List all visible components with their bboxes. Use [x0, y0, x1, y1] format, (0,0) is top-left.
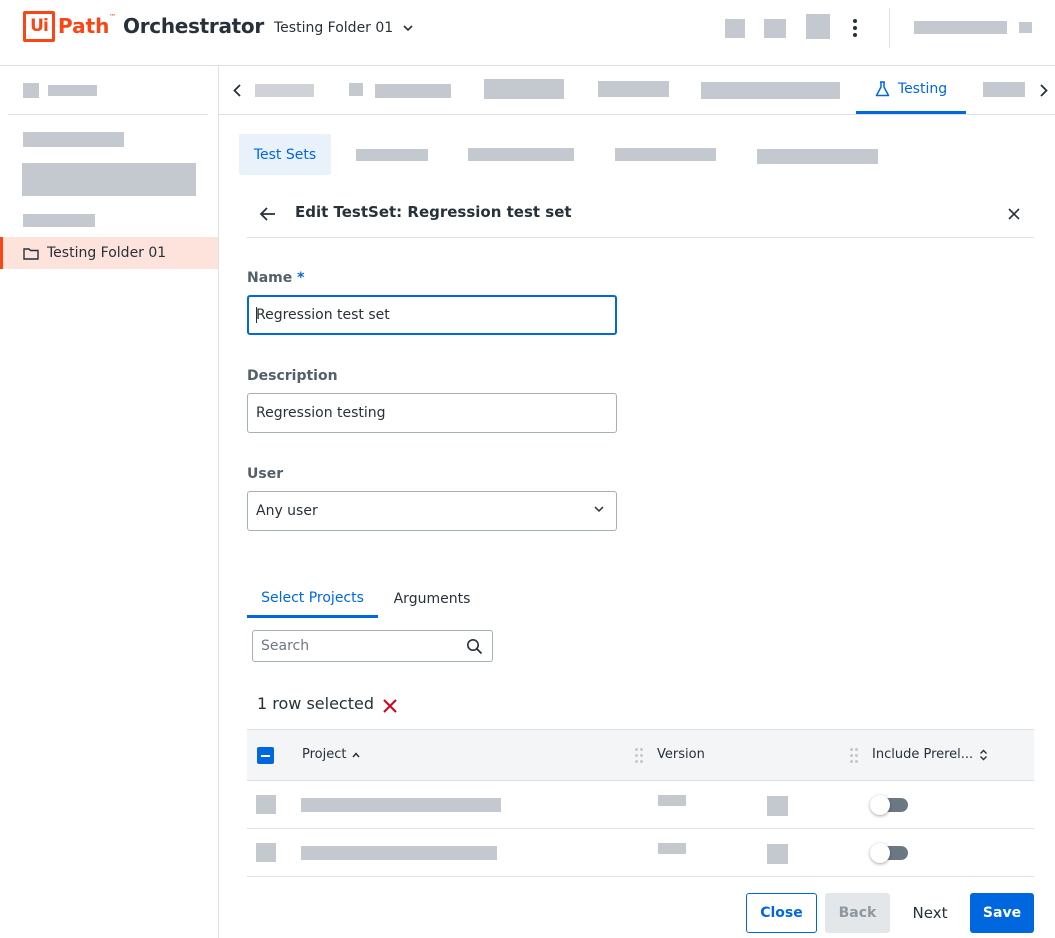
subtab-test-sets[interactable]: Test Sets — [239, 134, 331, 175]
header-icon-placeholder-1[interactable] — [725, 19, 745, 38]
name-field[interactable]: Regression test set — [247, 295, 617, 335]
name-label-text: Name — [247, 270, 293, 286]
subtab-placeholder-3[interactable] — [615, 148, 716, 161]
description-field-value: Regression testing — [256, 405, 386, 421]
chevron-right-icon — [1040, 83, 1048, 97]
header-divider — [889, 8, 890, 48]
user-name-placeholder[interactable] — [914, 21, 1007, 34]
tab-placeholder-6[interactable] — [983, 82, 1025, 97]
more-vert-icon[interactable] — [846, 16, 864, 40]
sidebar-section-placeholder — [23, 214, 95, 227]
sidebar-heading-placeholder — [23, 132, 124, 147]
version-select-placeholder[interactable] — [767, 844, 788, 864]
folder-selector-label: Testing Folder 01 — [274, 20, 394, 36]
column-project[interactable]: Project — [302, 747, 361, 762]
tab-arguments[interactable]: Arguments — [385, 580, 479, 618]
close-button[interactable]: Close — [746, 893, 817, 933]
row-checkbox-placeholder[interactable] — [256, 795, 276, 814]
next-button[interactable]: Next — [902, 893, 958, 933]
search-icon[interactable] — [466, 638, 483, 655]
search-input[interactable]: Search — [252, 630, 493, 662]
chevron-left-icon — [233, 83, 241, 97]
version-placeholder — [658, 843, 686, 854]
include-prerelease-toggle[interactable] — [870, 795, 908, 815]
include-prerelease-toggle[interactable] — [870, 843, 908, 863]
drag-handle-icon[interactable] — [850, 748, 858, 764]
tab-select-projects[interactable]: Select Projects — [247, 580, 378, 618]
column-include-prerelease-label: Include Prerel... — [872, 747, 974, 762]
tab-placeholder-4[interactable] — [598, 81, 669, 97]
drag-handle-icon[interactable] — [635, 748, 643, 764]
clear-selection-icon[interactable] — [381, 697, 399, 715]
tab-placeholder-1[interactable] — [255, 84, 314, 97]
chevron-down-icon — [403, 24, 413, 31]
flask-icon — [875, 80, 890, 96]
select-all-checkbox[interactable] — [257, 747, 274, 764]
project-name-placeholder — [301, 846, 497, 860]
sidebar-item-label: Testing Folder 01 — [47, 245, 167, 261]
column-version[interactable]: Version — [657, 747, 705, 762]
selection-count: 1 row selected — [257, 694, 374, 713]
back-button[interactable]: Back — [825, 893, 890, 933]
column-include-prerelease[interactable]: Include Prerel... — [872, 747, 988, 762]
column-project-label: Project — [302, 747, 347, 762]
uipath-logo-path: Path — [58, 14, 110, 38]
uipath-logo-tm: ™ — [109, 13, 116, 21]
name-field-value: Regression test set — [256, 307, 390, 323]
sidebar-divider — [8, 114, 208, 115]
required-marker: * — [297, 270, 305, 286]
version-placeholder — [658, 795, 686, 806]
sort-asc-icon — [352, 751, 361, 757]
product-name: Orchestrator — [123, 14, 264, 38]
sidebar-item-testing-folder[interactable]: Testing Folder 01 — [0, 237, 218, 269]
column-version-label: Version — [657, 747, 705, 762]
tab-placeholder-2[interactable] — [375, 84, 451, 98]
user-select[interactable]: Any user — [247, 491, 617, 531]
header-icon-placeholder-3[interactable] — [806, 14, 830, 39]
tabs-scroll-left[interactable] — [227, 78, 247, 102]
description-label: Description — [247, 368, 338, 384]
uipath-logo-ui: Ui — [23, 11, 55, 42]
main-tab-bar: Testing — [219, 66, 1055, 115]
user-label: User — [247, 466, 284, 482]
arrow-back-icon[interactable] — [256, 202, 280, 226]
table-header: Project Version Include Prerel... — [247, 729, 1034, 781]
subtab-placeholder-4[interactable] — [757, 149, 878, 164]
sidebar-search-placeholder[interactable] — [22, 163, 196, 196]
user-select-value: Any user — [256, 503, 318, 519]
tab-testing[interactable]: Testing — [856, 66, 966, 114]
sidebar: Testing Folder 01 — [0, 66, 219, 938]
subtab-placeholder-2[interactable] — [468, 148, 574, 161]
description-field[interactable]: Regression testing — [247, 393, 617, 433]
save-button[interactable]: Save — [970, 893, 1034, 933]
tab-placeholder-3[interactable] — [484, 79, 564, 99]
tab-testing-label: Testing — [897, 80, 948, 97]
user-menu-placeholder[interactable] — [1019, 22, 1032, 33]
top-header: Ui Path ™ Orchestrator Testing Folder 01 — [0, 0, 1055, 66]
subtab-placeholder-1[interactable] — [356, 149, 428, 161]
edit-title: Edit TestSet: Regression test set — [295, 203, 572, 221]
folder-selector[interactable]: Testing Folder 01 — [274, 18, 413, 38]
tab-placeholder-5[interactable] — [701, 82, 840, 99]
tab-placeholder-2-icon[interactable] — [349, 83, 363, 96]
header-icon-placeholder-2[interactable] — [764, 19, 786, 38]
close-icon[interactable] — [1004, 204, 1024, 224]
sidebar-icon-placeholder[interactable] — [23, 83, 39, 98]
tabs-scroll-right[interactable] — [1034, 78, 1054, 102]
sort-icon — [980, 749, 988, 760]
row-checkbox-placeholder[interactable] — [256, 843, 276, 862]
search-placeholder: Search — [261, 638, 310, 654]
folder-icon — [23, 247, 39, 260]
title-divider — [247, 237, 1034, 238]
name-label: Name * — [247, 270, 304, 286]
sidebar-title-placeholder[interactable] — [48, 85, 97, 96]
chevron-down-icon — [594, 506, 604, 513]
project-name-placeholder — [301, 798, 501, 812]
version-select-placeholder[interactable] — [767, 796, 788, 816]
